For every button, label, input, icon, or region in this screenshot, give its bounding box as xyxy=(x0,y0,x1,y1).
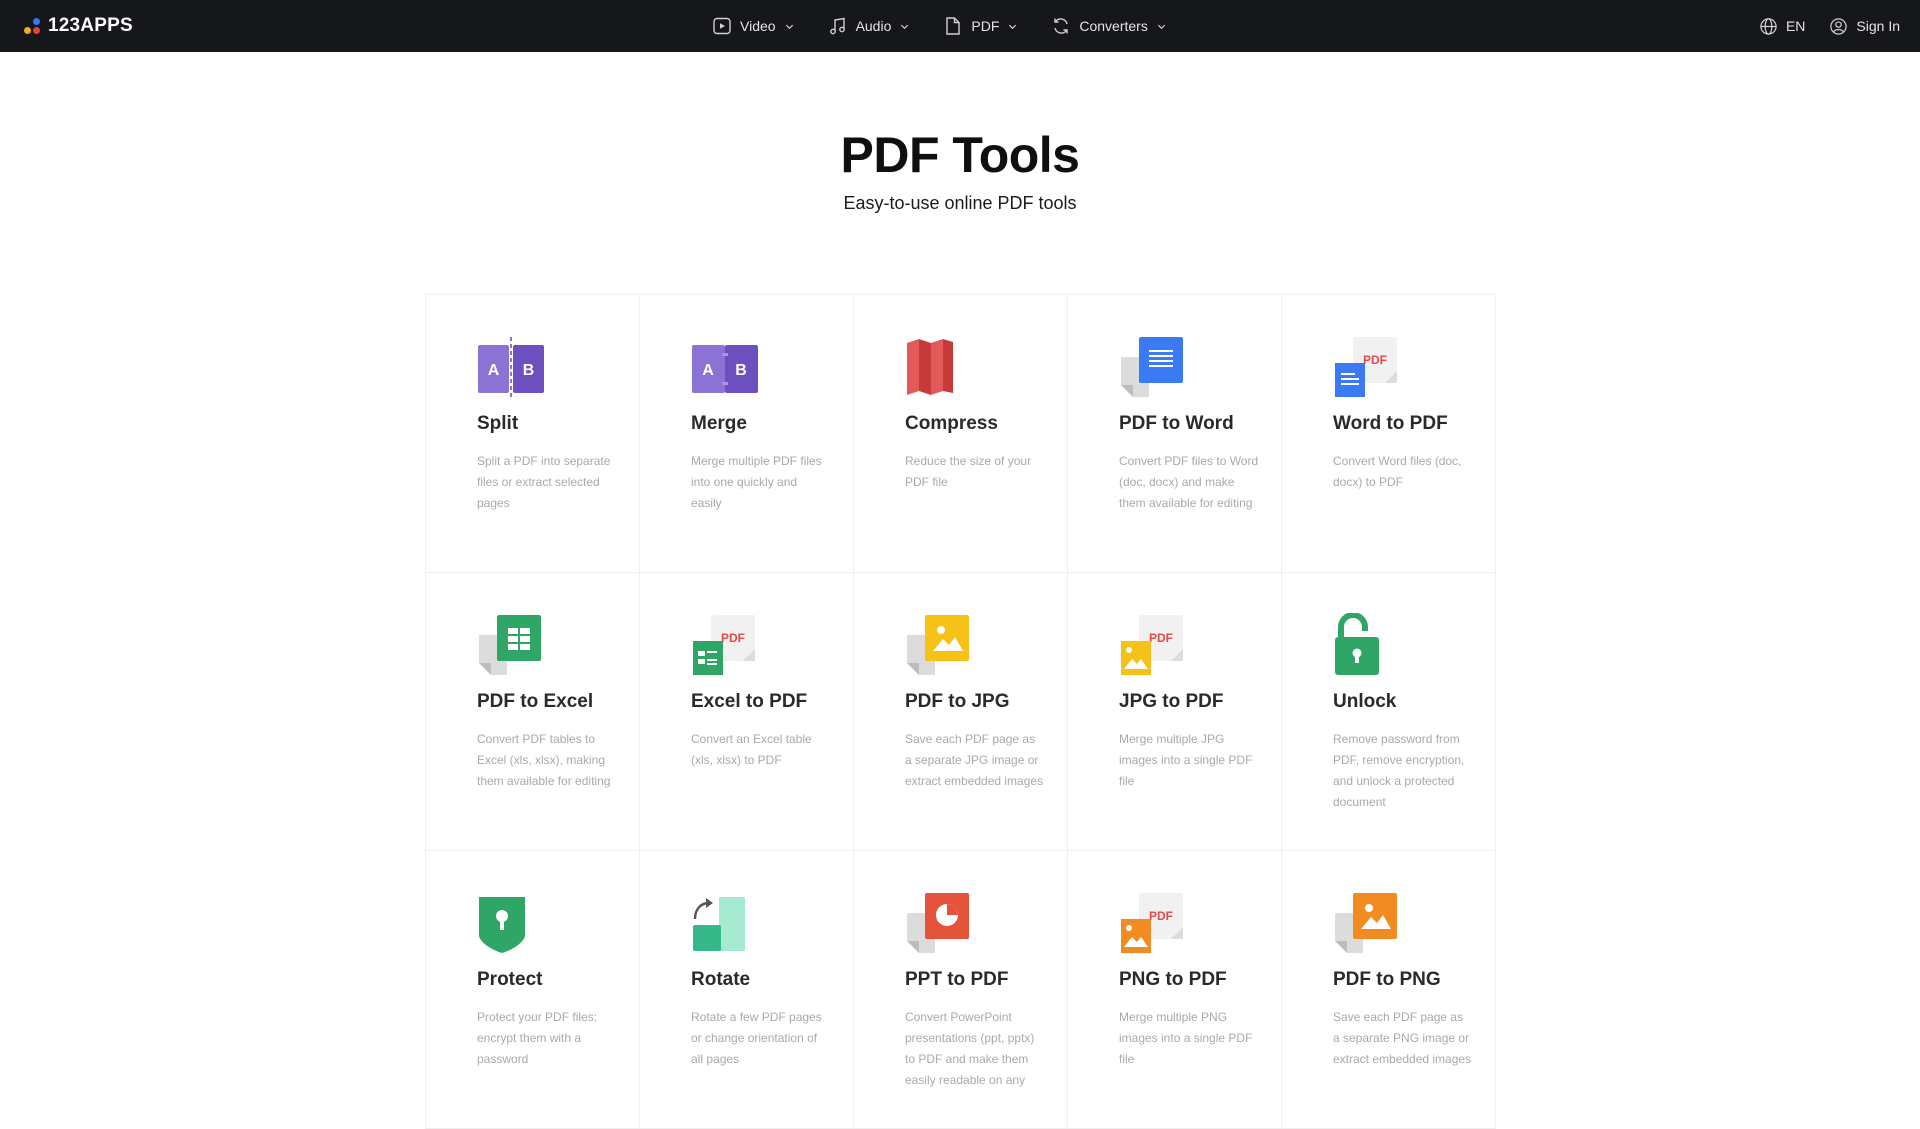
pdf-label: PDF xyxy=(1149,631,1173,645)
logo[interactable]: 123APPS xyxy=(24,14,133,38)
tool-description: Convert PowerPoint presentations (ppt, p… xyxy=(905,1010,1035,1087)
tool-title: Compress xyxy=(905,413,998,434)
split-icon: A B xyxy=(477,335,545,399)
tool-title: PDF to Word xyxy=(1119,413,1234,434)
nav-converters-label: Converters xyxy=(1079,18,1148,34)
pdf-to-excel-icon xyxy=(477,613,545,677)
tool-card-pdf-to-word[interactable]: PDF to Word Convert PDF files to Word (d… xyxy=(1068,295,1282,573)
png-to-pdf-icon: PDF xyxy=(1119,891,1187,955)
tool-title: Unlock xyxy=(1333,691,1397,712)
tool-card-jpg-to-pdf[interactable]: PDF JPG to PDF Merge multiple JPG images… xyxy=(1068,573,1282,851)
tool-description: Protect your PDF files: encrypt them wit… xyxy=(477,1010,598,1066)
music-note-icon xyxy=(829,17,845,35)
tool-card-unlock[interactable]: Unlock Remove password from PDF, remove … xyxy=(1282,573,1496,851)
tool-title: PPT to PDF xyxy=(905,969,1009,990)
user-controls: EN Sign In xyxy=(1759,0,1900,52)
video-icon xyxy=(713,17,731,35)
sign-in-button[interactable]: Sign In xyxy=(1829,17,1900,36)
tool-title: PDF to PNG xyxy=(1333,969,1441,990)
globe-icon xyxy=(1760,17,1777,35)
pdf-to-word-icon xyxy=(1119,335,1187,399)
chevron-down-icon xyxy=(901,24,909,29)
tool-title: JPG to PDF xyxy=(1119,691,1224,712)
ppt-to-pdf-icon xyxy=(905,891,973,955)
tool-title: PDF to JPG xyxy=(905,691,1010,712)
nav-converters[interactable]: Converters xyxy=(1051,16,1165,36)
pdf-label: PDF xyxy=(721,631,745,645)
tool-card-png-to-pdf[interactable]: PDF PNG to PDF Merge multiple PNG images… xyxy=(1068,851,1282,1129)
page-title: PDF Tools xyxy=(840,127,1080,183)
excel-to-pdf-icon: PDF xyxy=(691,613,759,677)
word-to-pdf-icon: PDF xyxy=(1333,335,1401,399)
split-icon-label-b: B xyxy=(523,362,535,379)
nav-audio-label: Audio xyxy=(855,18,892,34)
convert-icon xyxy=(1054,18,1069,34)
tool-card-split[interactable]: A B Split Split a PDF into separate file… xyxy=(426,295,640,573)
tool-description: Convert PDF tables to Excel (xls, xlsx),… xyxy=(477,732,611,788)
tool-title: Split xyxy=(477,413,519,434)
logo-dots-icon xyxy=(24,17,42,35)
tool-description: Remove password from PDF, remove encrypt… xyxy=(1333,732,1465,809)
tool-description: Save each PDF page as a separate PNG ima… xyxy=(1333,1010,1472,1066)
file-icon xyxy=(946,17,961,35)
tool-description: Split a PDF into separate files or extra… xyxy=(477,454,611,510)
tool-title: Excel to PDF xyxy=(691,691,808,712)
tool-card-pdf-to-png[interactable]: PDF to PNG Save each PDF page as a separ… xyxy=(1282,851,1496,1129)
top-navigation-bar: 123APPS Video Audio PDF Converters EN Si… xyxy=(0,0,1920,52)
nav-pdf[interactable]: PDF xyxy=(943,16,1017,36)
logo-text: 123APPS xyxy=(48,15,133,36)
split-icon-label-a: A xyxy=(488,362,500,379)
tool-card-pdf-to-excel[interactable]: PDF to Excel Convert PDF tables to Excel… xyxy=(426,573,640,851)
tool-description: Merge multiple PDF files into one quickl… xyxy=(691,454,822,510)
chevron-down-icon xyxy=(1157,24,1165,29)
nav-audio[interactable]: Audio xyxy=(828,16,910,36)
tool-title: PNG to PDF xyxy=(1119,969,1227,990)
tool-description: Merge multiple PNG images into a single … xyxy=(1119,1010,1253,1066)
nav-video[interactable]: Video xyxy=(712,16,794,36)
merge-icon-label-a: A xyxy=(702,362,714,379)
tool-card-pdf-to-jpg[interactable]: PDF to JPG Save each PDF page as a separ… xyxy=(854,573,1068,851)
tool-description: Merge multiple JPG images into a single … xyxy=(1119,732,1253,788)
merge-icon-label-b: B xyxy=(735,362,747,379)
nav-video-label: Video xyxy=(740,18,776,34)
tool-card-compress[interactable]: Compress Reduce the size of your PDF fil… xyxy=(854,295,1068,573)
unlock-icon xyxy=(1333,613,1401,677)
rotate-icon xyxy=(691,891,759,955)
tool-description: Save each PDF page as a separate JPG ima… xyxy=(905,732,1044,788)
page-subtitle: Easy-to-use online PDF tools xyxy=(843,193,1077,213)
chevron-down-icon xyxy=(785,24,793,29)
tool-description: Reduce the size of your PDF file xyxy=(905,454,1032,489)
tool-card-excel-to-pdf[interactable]: PDF Excel to PDF Convert an Excel table … xyxy=(640,573,854,851)
tool-card-merge[interactable]: A B Merge Merge multiple PDF files into … xyxy=(640,295,854,573)
language-selector[interactable]: EN xyxy=(1759,17,1805,36)
sign-in-label: Sign In xyxy=(1856,18,1900,34)
tool-title: Rotate xyxy=(691,969,751,990)
nav-pdf-label: PDF xyxy=(971,18,1000,34)
pdf-to-jpg-icon xyxy=(905,613,973,677)
tool-title: Merge xyxy=(691,413,747,434)
tool-title: Protect xyxy=(477,969,543,990)
jpg-to-pdf-icon: PDF xyxy=(1119,613,1187,677)
pdf-label: PDF xyxy=(1149,909,1173,923)
protect-icon xyxy=(477,891,545,955)
tool-description: Rotate a few PDF pages or change orienta… xyxy=(691,1010,822,1066)
main-nav: Video Audio PDF Converters xyxy=(712,0,1166,52)
pdf-label: PDF xyxy=(1363,353,1387,367)
tool-card-protect[interactable]: Protect Protect your PDF files: encrypt … xyxy=(426,851,640,1129)
tool-description: Convert PDF files to Word (doc, docx) an… xyxy=(1119,454,1259,510)
tool-card-rotate[interactable]: Rotate Rotate a few PDF pages or change … xyxy=(640,851,854,1129)
tool-description: Convert Word files (doc, docx) to PDF xyxy=(1333,454,1462,489)
tool-card-ppt-to-pdf[interactable]: PPT to PDF Convert PowerPoint presentati… xyxy=(854,851,1068,1129)
tool-card-word-to-pdf[interactable]: PDF Word to PDF Convert Word files (doc,… xyxy=(1282,295,1496,573)
user-icon xyxy=(1830,17,1848,35)
merge-icon: A B xyxy=(691,335,759,399)
tools-grid: A B Split Split a PDF into separate file… xyxy=(425,294,1496,1129)
tool-title: PDF to Excel xyxy=(477,691,594,712)
language-label: EN xyxy=(1785,18,1806,34)
chevron-down-icon xyxy=(1009,24,1017,29)
tool-description: Convert an Excel table (xls, xlsx) to PD… xyxy=(691,732,812,767)
tool-title: Word to PDF xyxy=(1333,413,1448,434)
compress-icon xyxy=(905,335,973,399)
pdf-to-png-icon xyxy=(1333,891,1401,955)
